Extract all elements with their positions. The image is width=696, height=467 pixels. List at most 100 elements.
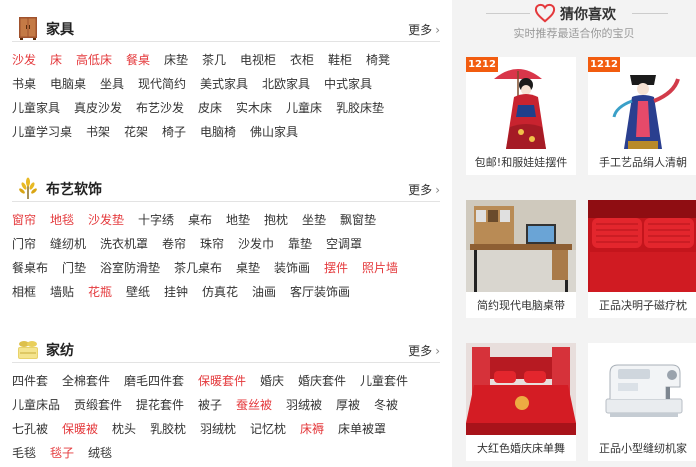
category-link[interactable]: 现代简约 bbox=[138, 75, 186, 92]
category-link[interactable]: 七孔被 bbox=[12, 420, 48, 437]
category-link[interactable]: 坐垫 bbox=[302, 211, 326, 228]
category-link[interactable]: 茶几桌布 bbox=[174, 259, 222, 276]
category-link[interactable]: 高低床 bbox=[76, 51, 112, 68]
category-link[interactable]: 坐具 bbox=[100, 75, 124, 92]
category-link[interactable]: 沙发 bbox=[12, 51, 36, 68]
category-link[interactable]: 摆件 bbox=[324, 259, 348, 276]
category-link[interactable]: 油画 bbox=[252, 283, 276, 300]
product-card[interactable]: 正品决明子磁疗枕 bbox=[588, 200, 696, 318]
more-link[interactable]: 更多 › bbox=[408, 21, 440, 38]
category-link[interactable]: 客厅装饰画 bbox=[290, 283, 350, 300]
category-link[interactable]: 靠垫 bbox=[288, 235, 312, 252]
category-link[interactable]: 羽绒枕 bbox=[200, 420, 236, 437]
category-link[interactable]: 真皮沙发 bbox=[74, 99, 122, 116]
category-link[interactable]: 餐桌 bbox=[126, 51, 150, 68]
category-link[interactable]: 床 bbox=[50, 51, 62, 68]
category-link[interactable]: 缝纫机 bbox=[50, 235, 86, 252]
category-link[interactable]: 贡缎套件 bbox=[74, 396, 122, 413]
category-link[interactable]: 北欧家具 bbox=[262, 75, 310, 92]
category-link[interactable]: 浴室防滑垫 bbox=[100, 259, 160, 276]
more-link[interactable]: 更多 › bbox=[408, 342, 440, 359]
category-link[interactable]: 电脑椅 bbox=[200, 123, 236, 140]
category-link[interactable]: 保暖套件 bbox=[198, 372, 246, 389]
category-link[interactable]: 书架 bbox=[86, 123, 110, 140]
category-link[interactable]: 枕头 bbox=[112, 420, 136, 437]
category-link[interactable]: 电脑桌 bbox=[50, 75, 86, 92]
product-card[interactable]: 1212 包邮!和服娃娃摆件 bbox=[466, 57, 576, 175]
category-link[interactable]: 地毯 bbox=[50, 211, 74, 228]
bedding-icon bbox=[18, 341, 38, 359]
category-link[interactable]: 乳胶床垫 bbox=[336, 99, 384, 116]
category-link[interactable]: 实木床 bbox=[236, 99, 272, 116]
category-link[interactable]: 窗帘 bbox=[12, 211, 36, 228]
category-link[interactable]: 飘窗垫 bbox=[340, 211, 376, 228]
category-link[interactable]: 抱枕 bbox=[264, 211, 288, 228]
category-link[interactable]: 沙发垫 bbox=[88, 211, 124, 228]
category-link[interactable]: 四件套 bbox=[12, 372, 48, 389]
category-link[interactable]: 床垫 bbox=[164, 51, 188, 68]
category-link[interactable]: 十字绣 bbox=[138, 211, 174, 228]
category-link[interactable]: 提花套件 bbox=[136, 396, 184, 413]
category-link[interactable]: 洗衣机罩 bbox=[100, 235, 148, 252]
category-link[interactable]: 门帘 bbox=[12, 235, 36, 252]
more-link[interactable]: 更多 › bbox=[408, 181, 440, 198]
category-link[interactable]: 衣柜 bbox=[290, 51, 314, 68]
product-card[interactable]: 大红色婚庆床单舞 bbox=[466, 343, 576, 461]
category-link[interactable]: 仿真花 bbox=[202, 283, 238, 300]
category-link[interactable]: 珠帘 bbox=[200, 235, 224, 252]
category-link[interactable]: 装饰画 bbox=[274, 259, 310, 276]
category-link[interactable]: 椅子 bbox=[162, 123, 186, 140]
category-link[interactable]: 儿童床品 bbox=[12, 396, 60, 413]
category-link[interactable]: 鞋柜 bbox=[328, 51, 352, 68]
category-link[interactable]: 餐桌布 bbox=[12, 259, 48, 276]
category-link[interactable]: 相框 bbox=[12, 283, 36, 300]
category-link[interactable]: 全棉套件 bbox=[62, 372, 110, 389]
category-link[interactable]: 儿童套件 bbox=[360, 372, 408, 389]
category-link[interactable]: 墙贴 bbox=[50, 283, 74, 300]
category-link[interactable]: 保暖被 bbox=[62, 420, 98, 437]
category-link[interactable]: 床单被罩 bbox=[338, 420, 386, 437]
category-link[interactable]: 被子 bbox=[198, 396, 222, 413]
category-link[interactable]: 茶几 bbox=[202, 51, 226, 68]
category-link[interactable]: 记忆枕 bbox=[250, 420, 286, 437]
category-link[interactable]: 冬被 bbox=[374, 396, 398, 413]
category-link[interactable]: 花瓶 bbox=[88, 283, 112, 300]
category-link[interactable]: 婚庆 bbox=[260, 372, 284, 389]
category-link[interactable]: 照片墙 bbox=[362, 259, 398, 276]
category-link[interactable]: 乳胶枕 bbox=[150, 420, 186, 437]
category-link[interactable]: 门垫 bbox=[62, 259, 86, 276]
category-link[interactable]: 桌布 bbox=[188, 211, 212, 228]
category-link[interactable]: 书桌 bbox=[12, 75, 36, 92]
category-link[interactable]: 绒毯 bbox=[88, 444, 112, 461]
category-link[interactable]: 儿童床 bbox=[286, 99, 322, 116]
category-link[interactable]: 沙发巾 bbox=[238, 235, 274, 252]
category-link[interactable]: 花架 bbox=[124, 123, 148, 140]
category-link[interactable]: 中式家具 bbox=[324, 75, 372, 92]
category-link[interactable]: 毛毯 bbox=[12, 444, 36, 461]
category-link[interactable]: 美式家具 bbox=[200, 75, 248, 92]
category-link[interactable]: 壁纸 bbox=[126, 283, 150, 300]
category-link[interactable]: 磨毛四件套 bbox=[124, 372, 184, 389]
category-link[interactable]: 毯子 bbox=[50, 444, 74, 461]
category-link[interactable]: 厚被 bbox=[336, 396, 360, 413]
category-link[interactable]: 布艺沙发 bbox=[136, 99, 184, 116]
category-link[interactable]: 地垫 bbox=[226, 211, 250, 228]
category-link[interactable]: 桌垫 bbox=[236, 259, 260, 276]
category-link[interactable]: 儿童家具 bbox=[12, 99, 60, 116]
category-link[interactable]: 电视柜 bbox=[240, 51, 276, 68]
product-card[interactable]: 简约现代电脑桌带 bbox=[466, 200, 576, 318]
category-link[interactable]: 儿童学习桌 bbox=[12, 123, 72, 140]
category-link[interactable]: 卷帘 bbox=[162, 235, 186, 252]
product-card[interactable]: 1212 手工艺品绢人清朝 bbox=[588, 57, 696, 175]
category-link[interactable]: 婚庆套件 bbox=[298, 372, 346, 389]
product-card[interactable]: 正品小型缝纫机家 bbox=[588, 343, 696, 461]
category-link[interactable]: 皮床 bbox=[198, 99, 222, 116]
product-caption: 大红色婚庆床单舞 bbox=[466, 437, 576, 461]
category-link[interactable]: 羽绒被 bbox=[286, 396, 322, 413]
category-link[interactable]: 蚕丝被 bbox=[236, 396, 272, 413]
category-link[interactable]: 空调罩 bbox=[326, 235, 362, 252]
category-link[interactable]: 佛山家具 bbox=[250, 123, 298, 140]
category-link[interactable]: 椅凳 bbox=[366, 51, 390, 68]
category-link[interactable]: 床褥 bbox=[300, 420, 324, 437]
category-link[interactable]: 挂钟 bbox=[164, 283, 188, 300]
